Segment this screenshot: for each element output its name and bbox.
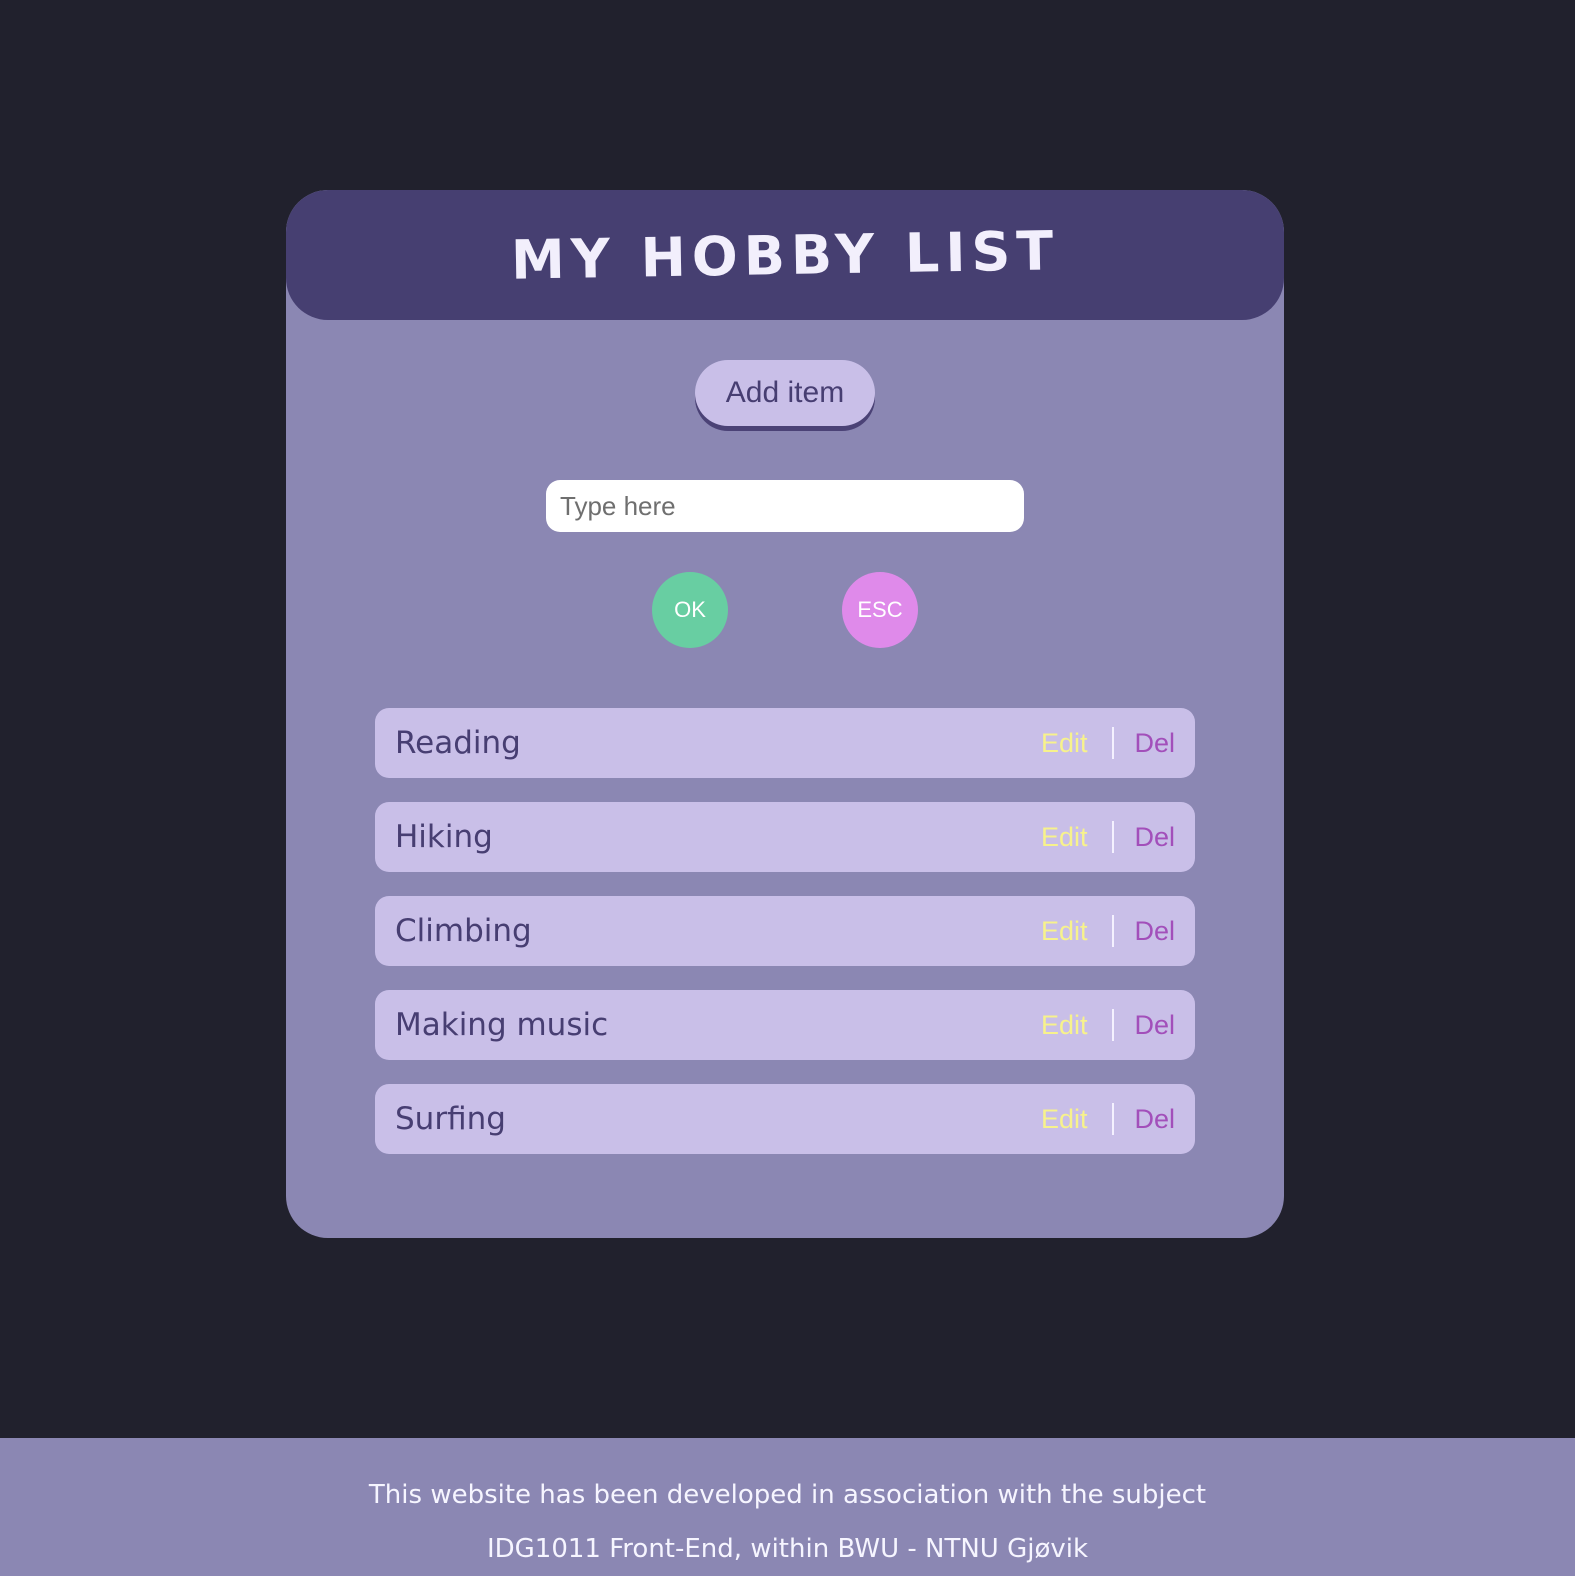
action-divider (1112, 1103, 1115, 1135)
action-divider (1112, 727, 1115, 759)
hobby-name: Reading (395, 725, 521, 761)
page-title: My Hobby List (510, 218, 1060, 292)
card-header: My Hobby List (286, 190, 1284, 320)
delete-button[interactable]: Del (1134, 1010, 1175, 1041)
edit-button[interactable]: Edit (1041, 728, 1088, 759)
delete-button[interactable]: Del (1134, 916, 1175, 947)
hobby-name: Climbing (395, 913, 532, 949)
footer: This website has been developed in assoc… (0, 1438, 1575, 1576)
edit-button[interactable]: Edit (1041, 916, 1088, 947)
list-item: Making music Edit Del (375, 990, 1195, 1060)
list-item: Surfing Edit Del (375, 1084, 1195, 1154)
item-text-input[interactable] (546, 480, 1024, 532)
list-item: Climbing Edit Del (375, 896, 1195, 966)
action-divider (1112, 1009, 1115, 1041)
hobby-card: My Hobby List Add item OK ESC Reading Ed… (286, 190, 1284, 1238)
delete-button[interactable]: Del (1134, 1104, 1175, 1135)
edit-button[interactable]: Edit (1041, 1104, 1088, 1135)
action-divider (1112, 915, 1115, 947)
footer-text-line-2: IDG1011 Front-End, within BWU - NTNU Gjø… (486, 1534, 1089, 1564)
add-item-button[interactable]: Add item (695, 360, 875, 426)
ok-button[interactable]: OK (652, 572, 728, 648)
delete-button[interactable]: Del (1134, 822, 1175, 853)
action-divider (1112, 821, 1115, 853)
hobby-list: Reading Edit Del Hiking Edit Del Climbin… (375, 708, 1195, 1178)
edit-button[interactable]: Edit (1041, 1010, 1088, 1041)
list-item: Reading Edit Del (375, 708, 1195, 778)
hobby-name: Surfing (395, 1101, 506, 1137)
hobby-name: Making music (395, 1007, 609, 1043)
footer-text-line-1: This website has been developed in assoc… (368, 1480, 1207, 1510)
list-item: Hiking Edit Del (375, 802, 1195, 872)
hobby-name: Hiking (395, 819, 493, 855)
edit-button[interactable]: Edit (1041, 822, 1088, 853)
esc-button[interactable]: ESC (842, 572, 918, 648)
delete-button[interactable]: Del (1134, 728, 1175, 759)
